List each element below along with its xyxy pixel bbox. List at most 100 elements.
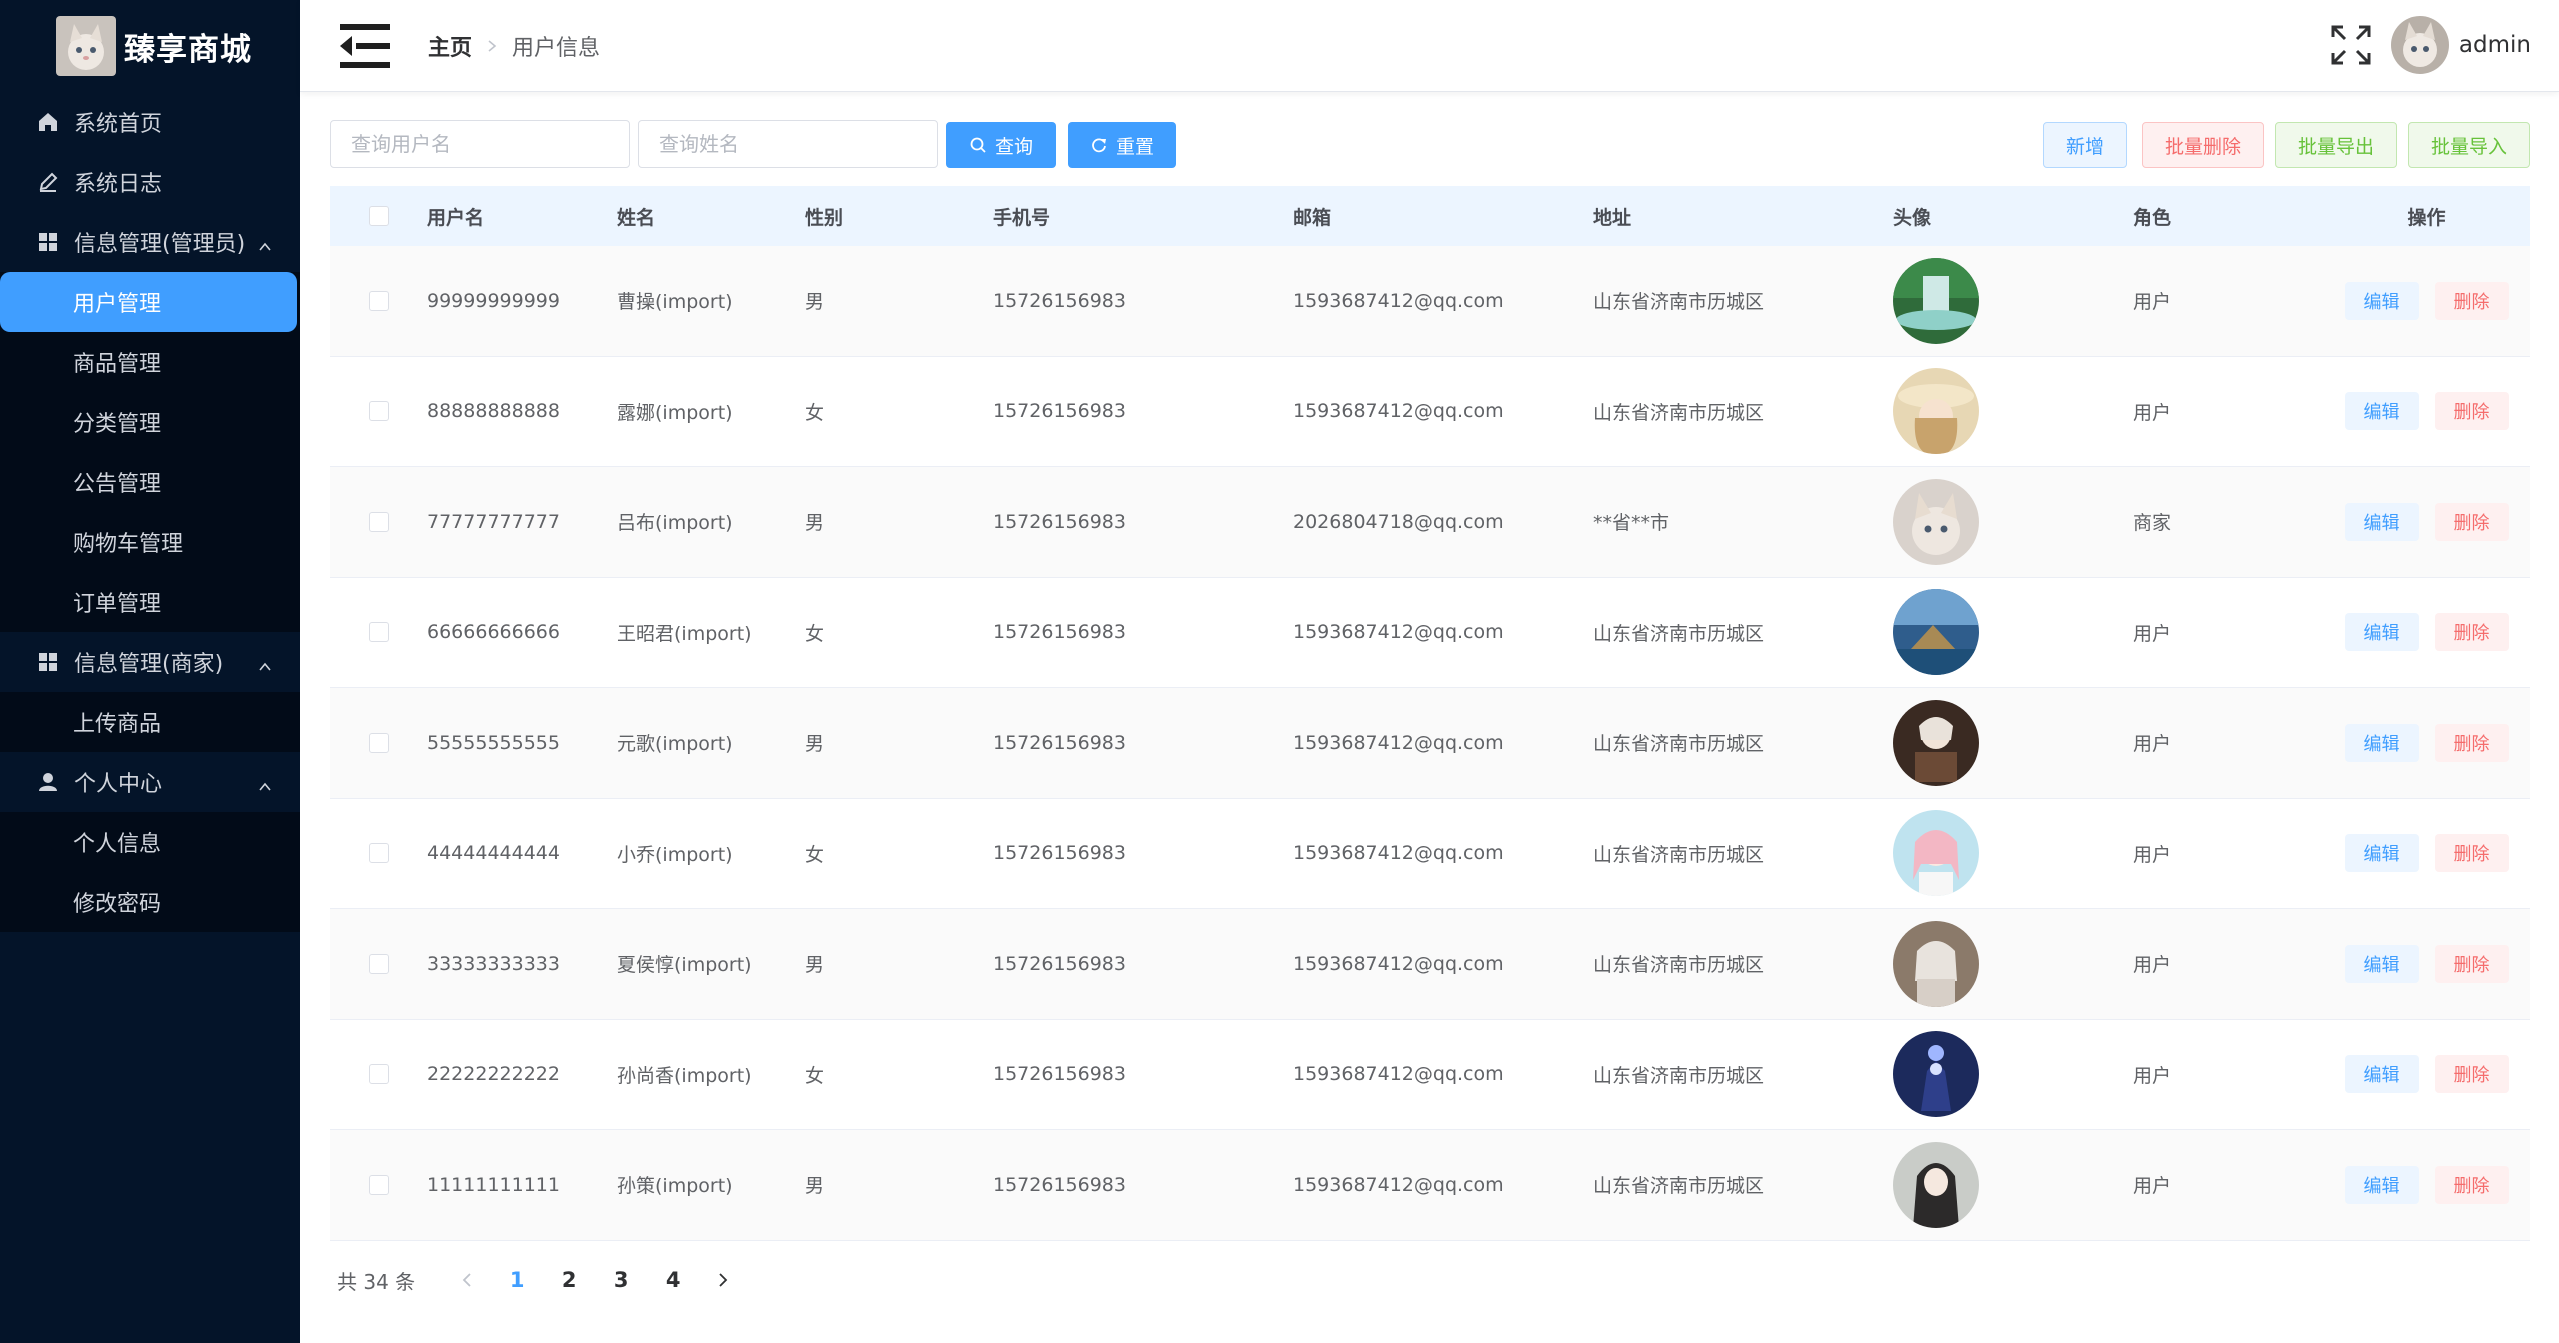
page-4[interactable]: 4 <box>655 1268 691 1292</box>
cell-email: 1593687412@qq.com <box>1293 621 1504 644</box>
chevron-up-icon <box>258 775 272 791</box>
delete-button[interactable]: 删除 <box>2434 1055 2509 1094</box>
table-row: 66666666666 王昭君(import) 女 15726156983 15… <box>330 578 2530 688</box>
batch-export-button[interactable]: 批量导出 <box>2275 122 2397 168</box>
cell-address: 山东省济南市历城区 <box>1593 291 1765 314</box>
cell-name: 王昭君(import) <box>617 622 752 645</box>
next-page-icon[interactable] <box>705 1272 741 1288</box>
cell-sex: 女 <box>805 622 825 645</box>
user-table: 用户名 姓名 性别 手机号 邮箱 地址 头像 角色 操作 99999999999… <box>330 186 2530 1241</box>
page-1[interactable]: 1 <box>499 1268 535 1292</box>
row-checkbox[interactable] <box>368 732 389 753</box>
sidebar-item-personal-info[interactable]: 个人信息 <box>0 812 300 872</box>
brand[interactable]: 臻享商城 <box>0 0 300 92</box>
select-all-checkbox[interactable] <box>368 206 389 226</box>
avatar[interactable] <box>1893 920 1979 1007</box>
avatar[interactable] <box>1893 699 1979 786</box>
delete-button[interactable]: 删除 <box>2434 834 2509 873</box>
sidebar-item-logs[interactable]: 系统日志 <box>0 152 300 212</box>
column-header-email: 邮箱 <box>1293 206 1332 229</box>
header: 主页 用户信息 admin <box>300 0 2559 92</box>
fullscreen-icon[interactable] <box>2329 23 2373 67</box>
search-name-input[interactable] <box>638 120 938 168</box>
page-3[interactable]: 3 <box>603 1268 639 1292</box>
cell-phone: 15726156983 <box>993 1063 1126 1086</box>
sidebar-item-cart-manage[interactable]: 购物车管理 <box>0 512 300 572</box>
cell-actions: 编辑 删除 <box>2323 502 2530 541</box>
delete-button[interactable]: 删除 <box>2434 944 2509 983</box>
edit-button[interactable]: 编辑 <box>2344 392 2419 431</box>
table-row: 44444444444 小乔(import) 女 15726156983 159… <box>330 799 2530 909</box>
submenu-admin-info[interactable]: 信息管理(管理员) <box>0 212 300 272</box>
cell-actions: 编辑 删除 <box>2323 613 2530 652</box>
sidebar-item-user-manage[interactable]: 用户管理 <box>0 272 297 332</box>
avatar[interactable] <box>1893 810 1979 897</box>
avatar[interactable] <box>1893 1031 1979 1118</box>
cell-address: 山东省济南市历城区 <box>1593 954 1765 977</box>
sidebar-item-notice-manage[interactable]: 公告管理 <box>0 452 300 512</box>
reset-button[interactable]: 重置 <box>1068 122 1176 168</box>
edit-button[interactable]: 编辑 <box>2344 1165 2419 1204</box>
menu-collapse-icon[interactable] <box>338 22 392 70</box>
row-checkbox[interactable] <box>368 1064 389 1085</box>
delete-button[interactable]: 删除 <box>2434 1165 2509 1204</box>
edit-button[interactable]: 编辑 <box>2344 1055 2419 1094</box>
delete-button[interactable]: 删除 <box>2434 392 2509 431</box>
cell-phone: 15726156983 <box>993 731 1126 754</box>
edit-button[interactable]: 编辑 <box>2344 613 2419 652</box>
cell-role: 用户 <box>2133 954 2172 977</box>
sidebar-item-change-password[interactable]: 修改密码 <box>0 872 300 932</box>
delete-button[interactable]: 删除 <box>2434 281 2509 320</box>
submenu-merchant-info[interactable]: 信息管理(商家) <box>0 632 300 692</box>
submenu-admin-list: 用户管理 商品管理 分类管理 公告管理 购物车管理 订单管理 <box>0 272 300 632</box>
cell-username: 88888888888 <box>427 400 560 423</box>
edit-button[interactable]: 编辑 <box>2344 502 2419 541</box>
row-checkbox[interactable] <box>368 401 389 422</box>
sidebar-item-goods-manage[interactable]: 商品管理 <box>0 332 300 392</box>
search-button[interactable]: 查询 <box>946 122 1056 168</box>
avatar[interactable] <box>1893 368 1979 455</box>
row-checkbox[interactable] <box>368 843 389 864</box>
cell-phone: 15726156983 <box>993 1173 1126 1196</box>
sidebar-item-upload-goods[interactable]: 上传商品 <box>0 692 300 752</box>
row-checkbox[interactable] <box>368 1174 389 1195</box>
cell-sex: 女 <box>805 1064 825 1087</box>
submenu-personal-center[interactable]: 个人中心 <box>0 752 300 812</box>
avatar[interactable] <box>1893 589 1979 676</box>
cell-name: 夏侯惇(import) <box>617 954 752 977</box>
edit-button[interactable]: 编辑 <box>2344 834 2419 873</box>
grid-icon <box>36 650 60 674</box>
breadcrumb-home[interactable]: 主页 <box>428 30 472 62</box>
edit-button[interactable]: 编辑 <box>2344 944 2419 983</box>
delete-button[interactable]: 删除 <box>2434 613 2509 652</box>
sidebar-item-home[interactable]: 系统首页 <box>0 92 300 152</box>
delete-button[interactable]: 删除 <box>2434 723 2509 762</box>
search-username-input[interactable] <box>330 120 630 168</box>
search-icon <box>970 137 986 153</box>
edit-button[interactable]: 编辑 <box>2344 281 2419 320</box>
batch-import-button[interactable]: 批量导入 <box>2408 122 2530 168</box>
avatar[interactable] <box>1893 257 1979 344</box>
username[interactable]: admin <box>2459 32 2531 58</box>
row-checkbox[interactable] <box>368 511 389 532</box>
row-checkbox[interactable] <box>368 953 389 974</box>
row-checkbox[interactable] <box>368 290 389 311</box>
row-checkbox[interactable] <box>368 622 389 643</box>
avatar[interactable] <box>2390 16 2449 74</box>
sidebar-item-category-manage[interactable]: 分类管理 <box>0 392 300 452</box>
sidebar-item-order-manage[interactable]: 订单管理 <box>0 572 300 632</box>
delete-button[interactable]: 删除 <box>2434 502 2509 541</box>
table-header: 用户名 姓名 性别 手机号 邮箱 地址 头像 角色 操作 <box>330 186 2530 246</box>
cell-email: 1593687412@qq.com <box>1293 842 1504 865</box>
prev-page-icon[interactable] <box>449 1272 485 1288</box>
table-row: 33333333333 夏侯惇(import) 男 15726156983 15… <box>330 909 2530 1020</box>
edit-button[interactable]: 编辑 <box>2344 723 2419 762</box>
batch-delete-button[interactable]: 批量删除 <box>2142 122 2264 168</box>
avatar[interactable] <box>1893 478 1979 565</box>
cell-email: 1593687412@qq.com <box>1293 289 1504 312</box>
table-body: 99999999999 曹操(import) 男 15726156983 159… <box>330 246 2530 1241</box>
cell-address: 山东省济南市历城区 <box>1593 1064 1765 1087</box>
page-2[interactable]: 2 <box>551 1268 587 1292</box>
avatar[interactable] <box>1893 1141 1979 1228</box>
add-button[interactable]: 新增 <box>2043 122 2127 168</box>
